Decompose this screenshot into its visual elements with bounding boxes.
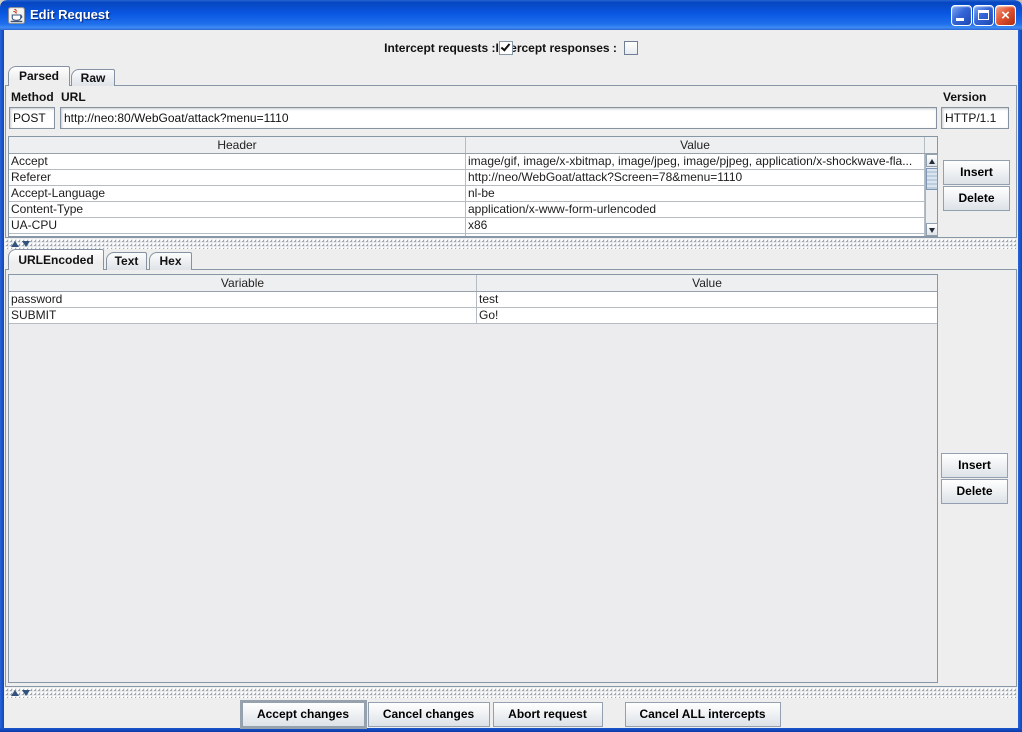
version-field[interactable] bbox=[941, 107, 1009, 129]
cell[interactable]: password bbox=[9, 292, 477, 307]
table-row[interactable]: UA-CPUx86 bbox=[9, 218, 925, 234]
params-table-header: Variable Value bbox=[9, 275, 937, 292]
cell[interactable]: SUBMIT bbox=[9, 308, 477, 323]
url-field[interactable] bbox=[60, 107, 937, 129]
minimize-icon bbox=[956, 18, 964, 21]
cell[interactable]: gzip, deflate bbox=[466, 234, 925, 236]
headers-insert-button[interactable]: Insert bbox=[943, 160, 1010, 185]
headers-table-rows: Acceptimage/gif, image/x-xbitmap, image/… bbox=[9, 154, 925, 236]
minimize-button[interactable] bbox=[951, 5, 972, 26]
titlebar[interactable]: Edit Request × bbox=[0, 0, 1022, 30]
cell[interactable]: http://neo/WebGoat/attack?Screen=78&menu… bbox=[466, 170, 925, 185]
params-insert-button[interactable]: Insert bbox=[941, 453, 1008, 478]
params-table: Variable Value passwordtestSUBMITGo! bbox=[8, 274, 938, 683]
method-field[interactable] bbox=[9, 107, 55, 129]
table-row[interactable]: Refererhttp://neo/WebGoat/attack?Screen=… bbox=[9, 170, 925, 186]
intercept-requests-checkbox[interactable] bbox=[499, 41, 513, 55]
headers-delete-button[interactable]: Delete bbox=[943, 186, 1010, 211]
column-header[interactable]: Variable bbox=[9, 275, 477, 291]
scrollbar-thumb[interactable] bbox=[926, 168, 938, 190]
split-collapse-up-icon[interactable] bbox=[11, 241, 19, 247]
arrow-up-icon bbox=[929, 159, 935, 164]
maximize-button[interactable] bbox=[973, 5, 994, 26]
tab-text[interactable]: Text bbox=[106, 252, 147, 270]
window-border-right bbox=[1018, 28, 1022, 732]
intercept-requests-label: Intercept requests : bbox=[384, 41, 495, 55]
url-label: URL bbox=[61, 90, 86, 104]
cell[interactable]: Referer bbox=[9, 170, 466, 185]
header-corner bbox=[925, 137, 937, 153]
version-label: Version bbox=[943, 90, 986, 104]
edit-request-window: Edit Request × Intercept requests : Inte… bbox=[0, 0, 1022, 732]
window-title: Edit Request bbox=[30, 0, 109, 29]
scroll-down-button[interactable] bbox=[926, 223, 938, 236]
tab-urlencoded[interactable]: URLEncoded bbox=[8, 249, 104, 270]
tab-raw[interactable]: Raw bbox=[71, 69, 115, 86]
maximize-icon bbox=[978, 10, 989, 20]
intercept-options-row: Intercept requests : Intercept responses… bbox=[4, 36, 1018, 60]
column-header[interactable]: Value bbox=[466, 137, 925, 153]
table-row[interactable]: Accept-Languagenl-be bbox=[9, 186, 925, 202]
split-expand-down-icon[interactable] bbox=[22, 690, 30, 696]
cell[interactable]: UA-CPU bbox=[9, 218, 466, 233]
scroll-up-button[interactable] bbox=[926, 154, 938, 167]
table-row[interactable]: passwordtest bbox=[9, 292, 937, 308]
split-collapse-up-icon[interactable] bbox=[11, 690, 19, 696]
column-header[interactable]: Header bbox=[9, 137, 466, 153]
cell[interactable]: Accept bbox=[9, 154, 466, 169]
params-delete-button[interactable]: Delete bbox=[941, 479, 1008, 504]
method-label: Method bbox=[11, 90, 54, 104]
table-row[interactable]: Content-Typeapplication/x-www-form-urlen… bbox=[9, 202, 925, 218]
cell[interactable]: test bbox=[477, 292, 937, 307]
headers-table-header: Header Value bbox=[9, 137, 937, 154]
close-button[interactable]: × bbox=[995, 5, 1016, 26]
cell[interactable]: image/gif, image/x-xbitmap, image/jpeg, … bbox=[466, 154, 925, 169]
cell[interactable]: Content-Type bbox=[9, 202, 466, 217]
intercept-responses-label: Intercept responses : bbox=[496, 41, 617, 55]
headers-table: Header Value Acceptimage/gif, image/x-xb… bbox=[8, 136, 938, 237]
split-divider[interactable] bbox=[5, 239, 1017, 249]
java-coffee-icon[interactable] bbox=[8, 7, 25, 24]
column-header[interactable]: Value bbox=[477, 275, 937, 291]
cell[interactable]: Accept-Encoding bbox=[9, 234, 466, 236]
tab-hex[interactable]: Hex bbox=[149, 252, 192, 270]
checkmark-icon bbox=[500, 41, 510, 51]
split-expand-down-icon[interactable] bbox=[22, 241, 30, 247]
footer-button-row: Accept changes Cancel changes Abort requ… bbox=[4, 701, 1018, 729]
arrow-down-icon bbox=[929, 228, 935, 233]
params-table-rows: passwordtestSUBMITGo! bbox=[9, 292, 937, 324]
abort-request-button[interactable]: Abort request bbox=[493, 702, 603, 727]
cell[interactable]: Accept-Language bbox=[9, 186, 466, 201]
table-row[interactable]: Accept-Encodinggzip, deflate bbox=[9, 234, 925, 236]
cancel-all-intercepts-button[interactable]: Cancel ALL intercepts bbox=[625, 702, 781, 727]
cell[interactable]: application/x-www-form-urlencoded bbox=[466, 202, 925, 217]
split-divider[interactable] bbox=[5, 688, 1017, 698]
vertical-scrollbar[interactable] bbox=[925, 154, 937, 236]
tab-parsed[interactable]: Parsed bbox=[8, 66, 70, 86]
cell[interactable]: x86 bbox=[466, 218, 925, 233]
window-border-left bbox=[0, 28, 4, 732]
table-row[interactable]: Acceptimage/gif, image/x-xbitmap, image/… bbox=[9, 154, 925, 170]
table-row[interactable]: SUBMITGo! bbox=[9, 308, 937, 324]
accept-changes-button[interactable]: Accept changes bbox=[242, 702, 365, 727]
close-icon: × bbox=[996, 6, 1015, 25]
intercept-responses-checkbox[interactable] bbox=[624, 41, 638, 55]
cell[interactable]: nl-be bbox=[466, 186, 925, 201]
cancel-changes-button[interactable]: Cancel changes bbox=[368, 702, 490, 727]
cell[interactable]: Go! bbox=[477, 308, 937, 323]
